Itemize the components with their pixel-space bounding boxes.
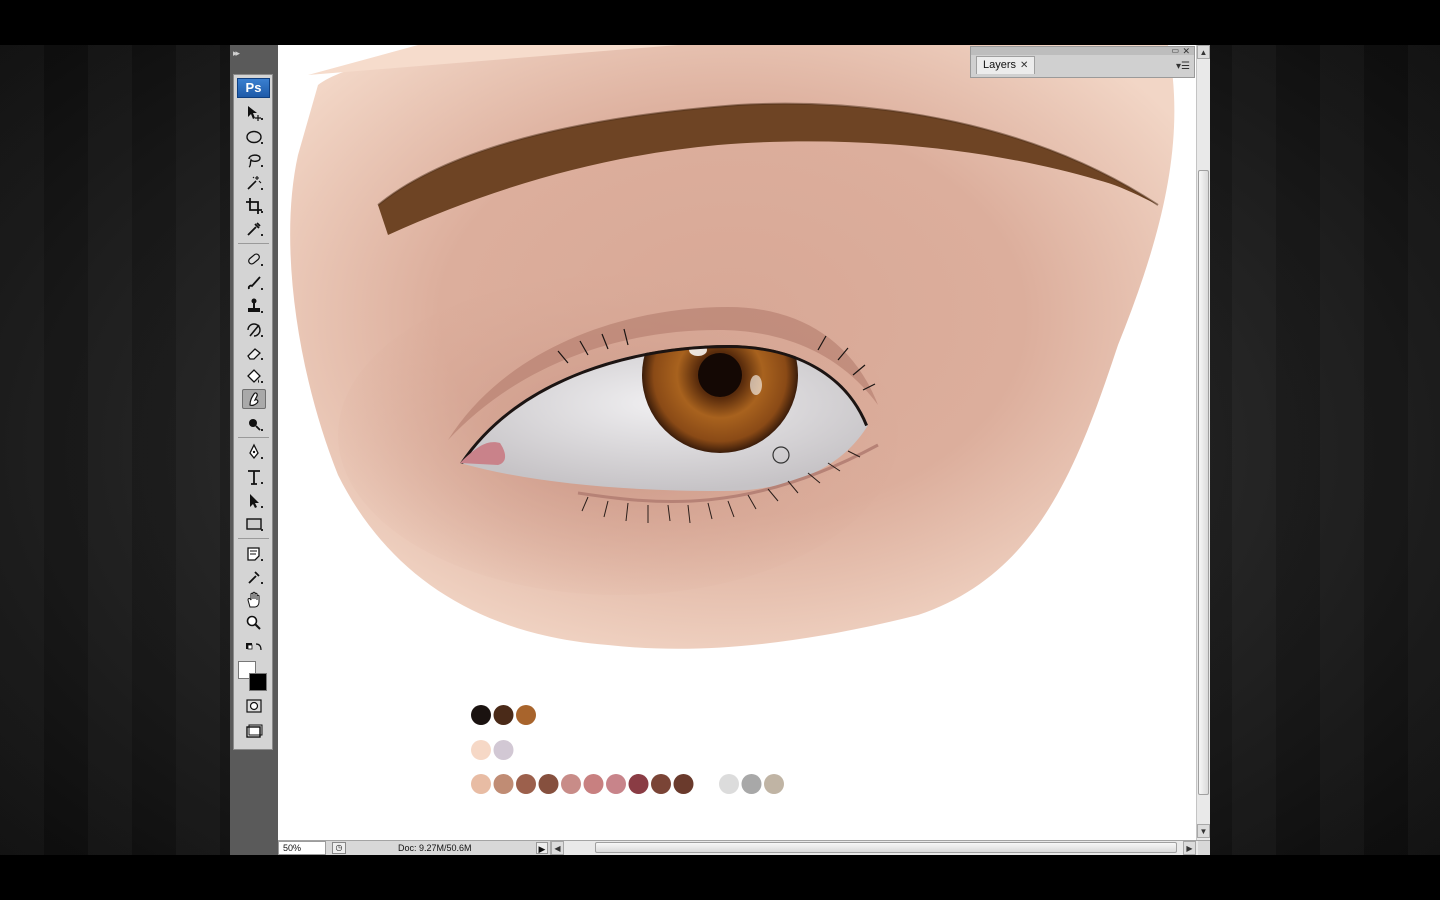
default-colors-toggle[interactable] xyxy=(242,638,266,658)
brush-tool[interactable] xyxy=(242,273,266,293)
letterbox-bottom xyxy=(0,855,1440,900)
hand-tool[interactable] xyxy=(242,590,266,610)
paint-bucket-tool[interactable] xyxy=(242,366,266,386)
magnifier-icon xyxy=(246,615,261,630)
color-palette xyxy=(471,705,784,794)
palette-swatch xyxy=(471,774,491,794)
status-bar: 50% ◷ Doc: 9.27M/50.6M ▶ ◀ ▶ xyxy=(278,840,1210,855)
palette-swatch xyxy=(628,774,649,794)
close-icon[interactable]: ✕ xyxy=(1020,57,1028,74)
palette-swatch xyxy=(673,774,694,794)
scroll-left-button[interactable]: ◀ xyxy=(551,841,564,855)
scroll-down-button[interactable]: ▼ xyxy=(1197,824,1210,838)
pen-tool[interactable] xyxy=(242,442,266,462)
palette-swatch xyxy=(561,774,581,794)
palette-swatch xyxy=(538,774,559,794)
scroll-right-button[interactable]: ▶ xyxy=(1183,841,1196,855)
smudge-icon xyxy=(249,392,259,406)
document-canvas[interactable] xyxy=(278,45,1196,840)
healing-brush-tool[interactable] xyxy=(242,249,266,269)
panel-minimize-icon[interactable]: ▭ xyxy=(1171,47,1179,55)
tab-layers[interactable]: Layers ✕ xyxy=(976,56,1036,74)
screen-mode-icon xyxy=(246,724,263,738)
toolbox-separator xyxy=(238,538,269,539)
crop-tool[interactable] xyxy=(242,196,266,216)
lasso-tool[interactable] xyxy=(242,150,266,170)
shape-tool[interactable] xyxy=(242,514,266,534)
background-color-swatch[interactable] xyxy=(249,673,267,691)
swap-colors-icon xyxy=(246,643,262,651)
toolbox: Ps xyxy=(233,74,273,750)
palette-swatch xyxy=(651,774,671,794)
palette-swatch xyxy=(583,774,604,794)
palette-swatch xyxy=(516,774,536,794)
palette-swatch xyxy=(764,774,784,794)
scroll-up-button[interactable]: ▲ xyxy=(1197,45,1210,59)
eraser-tool[interactable] xyxy=(242,343,266,363)
sampler-tool[interactable] xyxy=(242,567,266,587)
document-size-info: Doc: 9.27M/50.6M xyxy=(398,843,472,853)
palette-swatch xyxy=(493,705,514,725)
move-tool[interactable] xyxy=(242,103,266,123)
toolbox-separator xyxy=(238,243,269,244)
type-tool[interactable] xyxy=(242,467,266,487)
dodge-tool[interactable] xyxy=(242,414,266,434)
zoom-tool[interactable] xyxy=(242,613,266,633)
layers-panel: ▭ ✕ Layers ✕ ▾☰ xyxy=(970,46,1195,78)
vertical-scrollbar[interactable]: ▲ ▼ xyxy=(1196,45,1210,840)
smudge-tool[interactable] xyxy=(242,389,266,409)
horizontal-scroll-thumb[interactable] xyxy=(595,842,1177,853)
marquee-tool[interactable] xyxy=(242,127,266,147)
quick-mask-toggle[interactable] xyxy=(242,696,266,716)
palette-swatch xyxy=(471,705,491,725)
panel-close-icon[interactable]: ✕ xyxy=(1182,47,1190,56)
path-selection-tool[interactable] xyxy=(242,491,266,511)
horizontal-scrollbar[interactable]: ◀ ▶ xyxy=(550,841,1198,855)
vertical-scroll-thumb[interactable] xyxy=(1198,170,1209,795)
eye-painting xyxy=(290,45,1175,794)
eyedropper-tool[interactable] xyxy=(242,219,266,239)
status-menu-arrow[interactable]: ▶ xyxy=(536,842,548,854)
panel-menu-icon[interactable]: ▾☰ xyxy=(1176,61,1190,72)
toolbox-collapse-button[interactable]: ▸▸ xyxy=(233,48,240,59)
photoshop-logo[interactable]: Ps xyxy=(237,78,270,98)
screen: ▸▸ Ps ▲ ▼ ▭ ✕ Layers ✕ ▾☰ 50% ◷ Doc: 9.2… xyxy=(0,0,1440,900)
palette-swatch xyxy=(493,774,514,794)
palette-swatch xyxy=(606,774,626,794)
toolbox-separator xyxy=(238,437,269,438)
palette-swatch xyxy=(719,774,739,794)
layers-tab-label: Layers xyxy=(983,59,1017,71)
magic-wand-tool[interactable] xyxy=(242,173,266,193)
clone-stamp-tool[interactable] xyxy=(242,296,266,316)
history-brush-tool[interactable] xyxy=(242,320,266,340)
hand-icon xyxy=(247,591,260,608)
panel-titlebar[interactable] xyxy=(971,47,1194,55)
letterbox-top xyxy=(0,0,1440,45)
screen-mode-button[interactable] xyxy=(242,722,266,742)
status-info-icon[interactable]: ◷ xyxy=(332,842,346,854)
zoom-level-field[interactable]: 50% xyxy=(278,841,326,855)
palette-swatch xyxy=(471,740,491,760)
palette-swatch xyxy=(741,774,762,794)
notes-tool[interactable] xyxy=(242,544,266,564)
quick-mask-icon xyxy=(246,699,262,713)
palette-swatch xyxy=(493,740,514,760)
palette-swatch xyxy=(516,705,536,725)
